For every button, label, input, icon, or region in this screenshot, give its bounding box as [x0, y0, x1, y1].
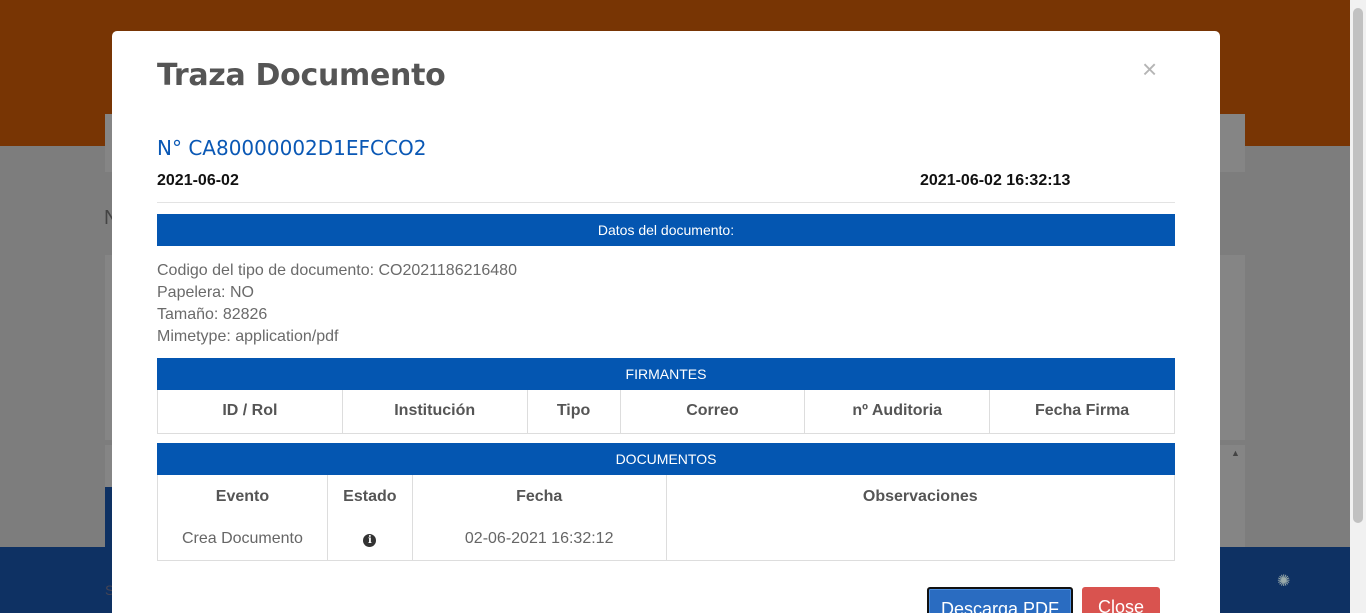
cell-evento: Crea Documento: [157, 518, 328, 561]
divider: [157, 202, 1175, 203]
table-header-row: ID / Rol Institución Tipo Correo nº Audi…: [157, 390, 1175, 434]
column-header[interactable]: Estado: [327, 475, 413, 518]
column-header[interactable]: Correo: [620, 390, 806, 434]
document-datetime: 2021-06-02 16:32:13: [920, 172, 1071, 189]
column-header[interactable]: nº Auditoria: [804, 390, 991, 434]
detail-line: Papelera: NO: [157, 284, 254, 301]
section-header-datos: Datos del documento:: [157, 214, 1175, 246]
documentos-table: Evento Estado Fecha Observaciones Crea D…: [157, 475, 1176, 561]
loading-spinner-icon: ✺: [1277, 573, 1291, 590]
document-number: N° CA80000002D1EFCCO2: [157, 136, 427, 160]
modal-title: Traza Documento: [157, 58, 446, 93]
traza-documento-modal: Traza Documento × N° CA80000002D1EFCCO2 …: [112, 31, 1220, 613]
column-header[interactable]: Observaciones: [666, 475, 1176, 518]
table-row: Crea Documento i 02-06-2021 16:32:12: [157, 518, 1176, 561]
detail-line: Tamaño: 82826: [157, 306, 268, 323]
column-header[interactable]: Fecha: [412, 475, 667, 518]
column-header[interactable]: Evento: [157, 475, 328, 518]
close-icon[interactable]: ×: [1142, 56, 1157, 82]
column-header[interactable]: ID / Rol: [157, 390, 343, 434]
table-header-row: Evento Estado Fecha Observaciones: [157, 475, 1176, 518]
descarga-pdf-button[interactable]: Descarga PDF: [927, 587, 1073, 613]
info-circle-icon[interactable]: i: [363, 533, 377, 547]
cell-observaciones: [666, 518, 1176, 561]
firmantes-table: ID / Rol Institución Tipo Correo nº Audi…: [157, 390, 1175, 434]
background-scroll-up-icon: ▲: [1231, 448, 1240, 458]
detail-line: Mimetype: application/pdf: [157, 328, 339, 345]
column-header[interactable]: Institución: [342, 390, 528, 434]
scrollbar-thumb[interactable]: [1353, 8, 1363, 523]
cell-fecha: 02-06-2021 16:32:12: [412, 518, 667, 561]
section-header-firmantes: FIRMANTES: [157, 358, 1175, 390]
close-button[interactable]: Close: [1082, 587, 1160, 613]
column-header[interactable]: Tipo: [527, 390, 621, 434]
document-date: 2021-06-02: [157, 172, 239, 189]
column-header[interactable]: Fecha Firma: [989, 390, 1175, 434]
document-details: Codigo del tipo de documento: CO20211862…: [157, 260, 517, 348]
detail-line: Codigo del tipo de documento: CO20211862…: [157, 262, 517, 279]
cell-estado: i: [327, 518, 413, 561]
section-header-documentos: DOCUMENTOS: [157, 443, 1175, 475]
